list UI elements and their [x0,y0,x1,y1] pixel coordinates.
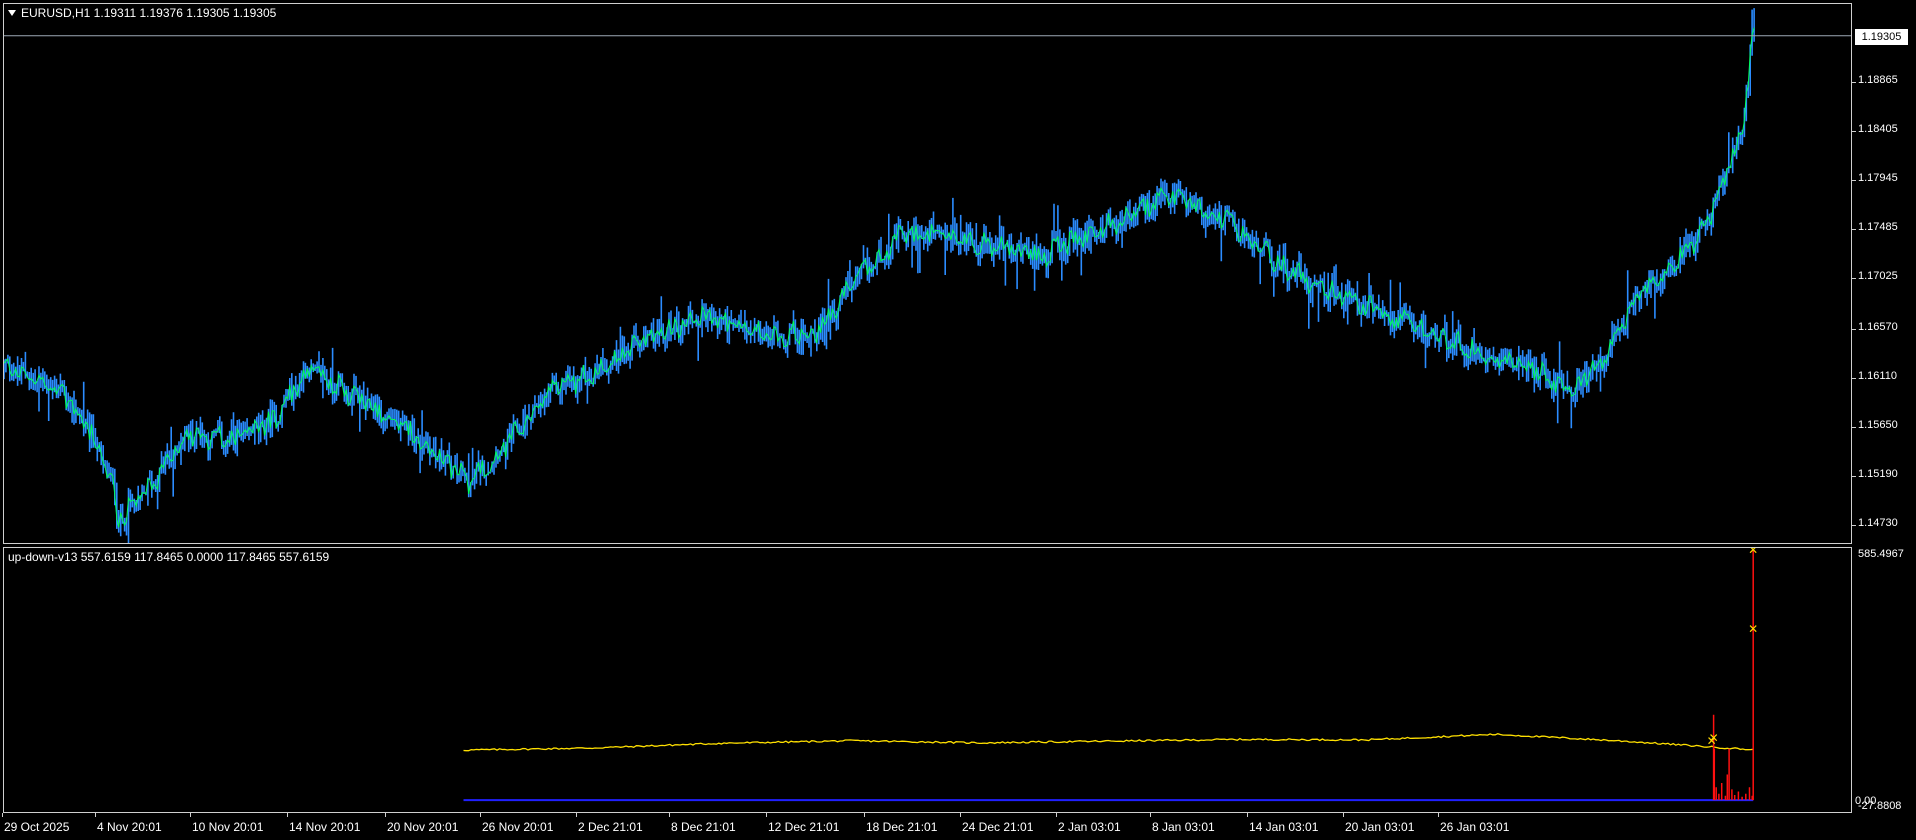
indicator-panel[interactable]: ✕ ✕ ✕ ✕ up-down-v13 557.6159 117.8465 0.000… [3,547,1852,813]
price-tick [1852,427,1856,428]
price-label: 1.17945 [1858,172,1898,184]
time-tick [190,813,191,817]
time-tick [1056,813,1057,817]
time-label: 4 Nov 20:01 [97,820,162,834]
time-tick [960,813,961,817]
time-label: 10 Nov 20:01 [192,820,264,834]
time-tick [766,813,767,817]
indicator-yellow-line [463,733,1754,752]
price-tick [1852,82,1856,83]
time-tick [1343,813,1344,817]
price-tick [1852,329,1856,330]
time-tick [669,813,670,817]
symbol-title[interactable]: EURUSD,H1 1.19311 1.19376 1.19305 1.1930… [8,6,276,20]
price-label: 1.18405 [1858,123,1898,135]
time-label: 29 Oct 2025 [4,820,70,834]
indicator-cross-marker: ✕ [1748,622,1758,636]
price-label: 1.15190 [1858,468,1898,480]
dropdown-triangle-icon[interactable] [8,10,16,16]
indicator-canvas[interactable]: ✕✕✕✕ [4,548,1852,813]
time-tick [2,813,3,817]
price-tick [1852,525,1856,526]
price-tick [1852,278,1856,279]
time-label: 20 Nov 20:01 [387,820,459,834]
time-tick [864,813,865,817]
current-price-label: 1.19305 [1855,29,1908,45]
time-tick [1438,813,1439,817]
indicator-max-label: 585.4967 [1858,548,1904,560]
price-label: 1.17025 [1858,270,1898,282]
time-label: 14 Nov 20:01 [289,820,361,834]
time-label: 2 Dec 21:01 [578,820,643,834]
indicator-cross-marker: ✕ [1748,548,1758,557]
time-label: 26 Jan 03:01 [1440,820,1510,834]
price-label: 1.17485 [1858,221,1898,233]
price-series-line [4,27,1755,528]
time-label: 20 Jan 03:01 [1345,820,1415,834]
price-tick [1852,229,1856,230]
time-label: 2 Jan 03:01 [1058,820,1121,834]
price-tick [1852,180,1856,181]
indicator-red-spike [1712,550,1754,801]
indicator-min-label: -27.8808 [1858,800,1902,812]
price-chart-canvas[interactable] [4,4,1852,544]
time-label: 8 Jan 03:01 [1152,820,1215,834]
price-label: 1.15650 [1858,419,1898,431]
symbol-title-text: EURUSD,H1 1.19311 1.19376 1.19305 1.1930… [21,6,277,20]
time-tick [576,813,577,817]
time-label: 18 Dec 21:01 [866,820,938,834]
price-tick [1852,378,1856,379]
time-label: 12 Dec 21:01 [768,820,840,834]
price-label: 1.14730 [1858,517,1898,529]
time-label: 14 Jan 03:01 [1249,820,1319,834]
price-chart-panel[interactable]: EURUSD,H1 1.19311 1.19376 1.19305 1.1930… [3,3,1852,544]
price-label: 1.16570 [1858,321,1898,333]
time-label: 8 Dec 21:01 [671,820,736,834]
time-label: 24 Dec 21:01 [962,820,1034,834]
time-tick [1150,813,1151,817]
price-tick [1852,476,1856,477]
price-label: 1.16110 [1858,370,1897,382]
time-tick [1247,813,1248,817]
time-tick [95,813,96,817]
indicator-cross-marker: ✕ [1709,731,1719,745]
time-tick [385,813,386,817]
price-wicks [4,8,1755,543]
time-tick [480,813,481,817]
indicator-title: up-down-v13 557.6159 117.8465 0.0000 117… [8,550,330,564]
time-tick [287,813,288,817]
time-label: 26 Nov 20:01 [482,820,554,834]
price-label: 1.18865 [1858,74,1898,86]
price-tick [1852,131,1856,132]
